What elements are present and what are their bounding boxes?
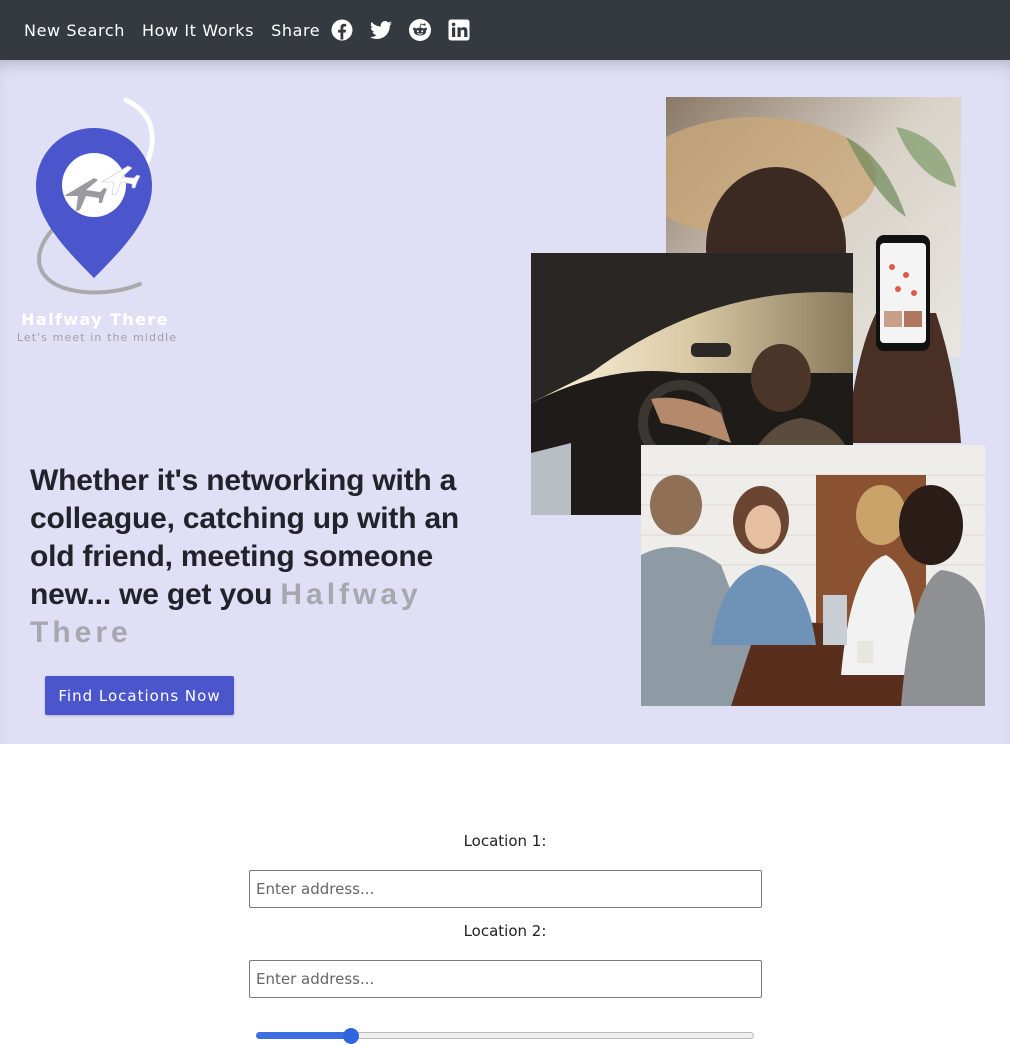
nav-how-it-works-link[interactable]: How It Works: [142, 21, 254, 40]
location1-label: Location 1:: [463, 832, 547, 850]
top-navbar: New Search How It Works Share: [0, 0, 1010, 60]
photo-friends-meeting: [641, 445, 985, 706]
slider-fill: [256, 1032, 351, 1039]
location-pin-plane-icon: [36, 97, 155, 295]
hero-section: Halfway There Let's meet in the middle W…: [0, 60, 1010, 744]
brand-tagline: Let's meet in the middle: [16, 331, 178, 344]
distance-slider[interactable]: [256, 1028, 754, 1044]
brand-name: Halfway There: [21, 310, 169, 329]
nav-new-search-link[interactable]: New Search: [24, 21, 125, 40]
linkedin-icon[interactable]: [447, 18, 471, 42]
location-form: Location 1: Location 2:: [0, 744, 1010, 1044]
find-locations-button[interactable]: Find Locations Now: [45, 676, 234, 715]
reddit-icon[interactable]: [408, 18, 432, 42]
hero-headline: Whether it's networking with a colleague…: [30, 462, 500, 652]
location2-label: Location 2:: [463, 922, 547, 940]
twitter-icon[interactable]: [369, 18, 393, 42]
brand-logo[interactable]: Halfway There Let's meet in the middle: [14, 78, 180, 344]
location2-input[interactable]: [249, 960, 762, 998]
location1-input[interactable]: [249, 870, 762, 908]
facebook-icon[interactable]: [330, 18, 354, 42]
share-label: Share: [271, 20, 321, 40]
